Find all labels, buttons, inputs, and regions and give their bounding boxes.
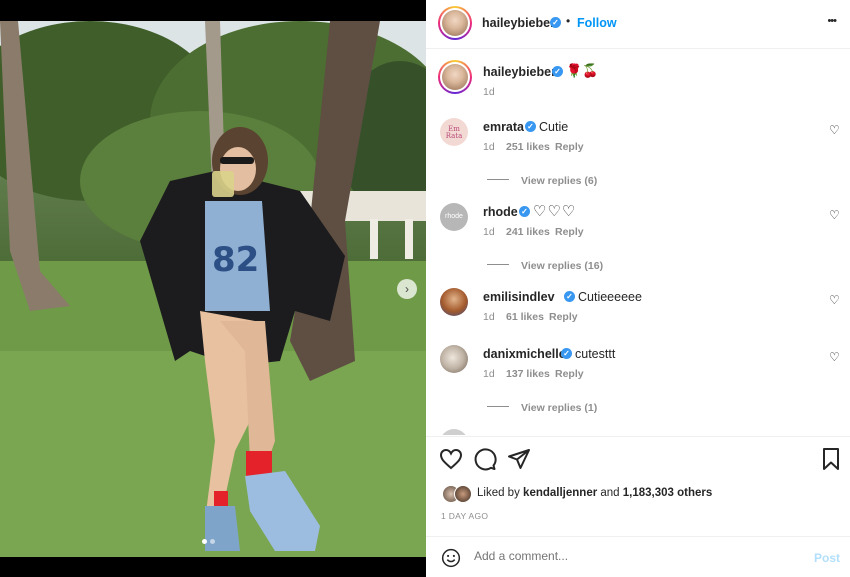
reply-button[interactable]: Reply [555,226,584,238]
reply-button[interactable]: Reply [555,368,584,380]
photo-pane: 82 › [0,0,426,577]
liked-by-and: and [600,487,620,499]
comment-like-heart-icon[interactable]: ♡ [829,124,841,136]
verified-icon: ✓ [519,206,530,217]
comment-username[interactable]: danixmichelle [483,347,566,361]
verified-icon: ✓ [561,348,572,359]
follow-button[interactable]: Follow [577,16,617,30]
action-bar [426,437,850,481]
reply-button[interactable]: Reply [549,311,578,323]
view-replies[interactable]: View replies (6) [487,171,597,189]
comment-like-heart-icon[interactable]: ♡ [829,294,841,306]
comment-input[interactable] [474,549,774,563]
view-replies-line [487,179,509,181]
comment-icon[interactable] [473,447,497,471]
next-photo-button[interactable]: › [397,279,417,299]
liked-by-prefix: Liked by [477,487,520,499]
view-replies-label: View replies (1) [521,402,598,414]
liked-by-user[interactable]: kendalljenner [523,487,597,499]
comment-like-heart-icon[interactable]: ♡ [829,209,841,221]
view-replies-label: View replies (16) [521,260,604,272]
liked-by: Liked by kendalljenner and 1,183,303 oth… [440,484,840,504]
photo-illustration: 82 [0,21,426,557]
comment-likes[interactable]: 251 likes [506,141,550,153]
more-options-icon[interactable]: ••• [827,15,837,27]
carousel-dots [198,539,228,545]
post-photo[interactable]: 82 › [0,21,426,557]
header-divider [426,48,850,49]
carousel-dot-active [202,539,207,544]
comment-text: ♡♡♡ [533,203,577,220]
avatar-monogram: Em Rata [445,125,463,140]
comment-time[interactable]: 1d [483,226,495,238]
reply-button[interactable]: Reply [555,141,584,153]
post-header: haileybieber ✓ • Follow ••• [426,0,850,47]
carousel-dot [210,539,215,544]
author-avatar[interactable] [438,6,472,40]
comment-text: Cutieeeeee [578,290,642,304]
caption-username[interactable]: haileybieber [483,65,556,79]
verified-icon: ✓ [564,291,575,302]
comment-likes[interactable]: 61 likes [506,311,544,323]
comment-username[interactable]: emilisindlev [483,290,555,304]
comment-item: emilisindlev ✓ Cutieeeeee 1d 61 likes Re… [426,286,850,326]
view-replies[interactable]: View replies (1) [487,398,597,416]
comment-text: cutesttt [575,347,616,361]
liked-by-text: Liked by kendalljenner and 1,183,303 oth… [477,487,712,499]
comment-username[interactable]: rhode [483,205,518,219]
comment-like-heart-icon[interactable]: ♡ [829,351,841,363]
comment-item: Em Rata emrata ✓ Cutie 1d 251 likes Repl… [426,116,850,188]
comment-username[interactable]: emrata [483,120,524,134]
save-bookmark-icon[interactable] [819,447,843,471]
avatar-monogram: rhode [445,213,463,220]
liked-by-count[interactable]: 1,183,303 others [623,487,713,499]
caption-text: 🌹🍒 [566,63,599,78]
view-replies[interactable]: View replies (16) [487,256,603,274]
jersey-number: 82 [212,240,259,280]
post-timestamp[interactable]: 1 DAY AGO [441,511,488,521]
comment-time[interactable]: 1d [483,311,495,323]
comment-item-partial [440,429,468,435]
comment-avatar[interactable]: Em Rata [440,118,468,146]
verified-icon: ✓ [550,17,561,28]
comment-likes[interactable]: 137 likes [506,368,550,380]
comment-time[interactable]: 1d [483,368,495,380]
caption-avatar[interactable] [438,60,472,94]
like-heart-icon[interactable] [439,447,463,471]
chevron-right-icon: › [405,282,409,296]
caption-time[interactable]: 1d [483,86,495,98]
verified-icon: ✓ [552,66,563,77]
view-replies-label: View replies (6) [521,175,598,187]
comment-likes[interactable]: 241 likes [506,226,550,238]
post-panel: haileybieber ✓ • Follow ••• haileybieber… [426,0,850,577]
liked-by-avatar [454,485,472,503]
view-replies-line [487,406,509,408]
header-dot: • [566,14,571,28]
author-username[interactable]: haileybieber [482,16,555,30]
comment-box: Post [426,537,850,577]
verified-icon: ✓ [525,121,536,132]
comment-avatar[interactable]: rhode [440,203,468,231]
comment-avatar[interactable] [440,345,468,373]
post-comment-button[interactable]: Post [814,551,840,565]
view-replies-line [487,264,509,266]
comment-time[interactable]: 1d [483,141,495,153]
caption: haileybieber ✓ 🌹🍒 1d [426,56,850,101]
comment-avatar[interactable] [440,288,468,316]
comment-item: rhode rhode ✓ ♡♡♡ 1d 241 likes Reply ♡ V… [426,201,850,273]
emoji-icon[interactable] [441,548,461,568]
share-icon[interactable] [507,447,531,471]
comment-item: danixmichelle ✓ cutesttt 1d 137 likes Re… [426,343,850,415]
comment-text: Cutie [539,120,569,134]
